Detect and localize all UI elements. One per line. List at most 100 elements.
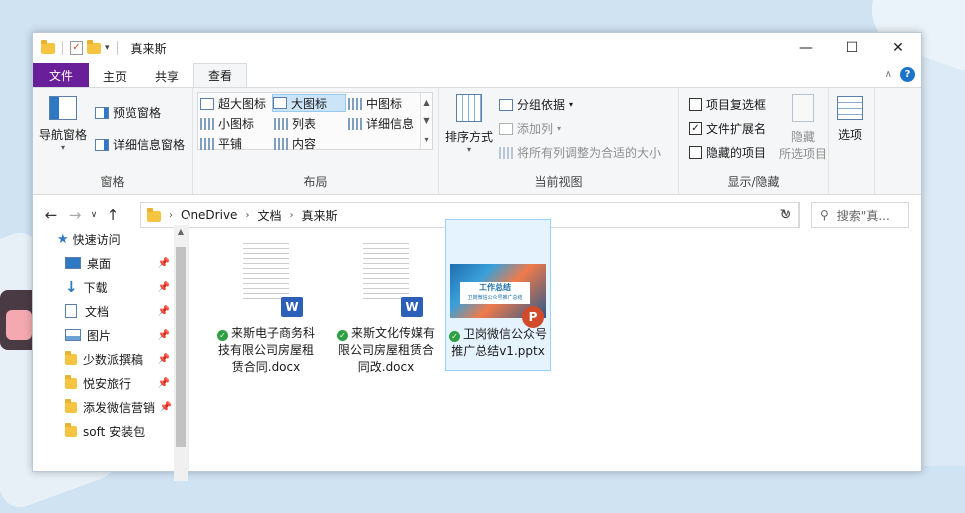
customize-toolbar-icon[interactable]: ▾ — [105, 43, 110, 53]
tab-share[interactable]: 共享 — [141, 65, 193, 87]
help-icon[interactable]: ? — [900, 67, 915, 82]
details-pane-button[interactable]: 详细信息窗格 — [95, 136, 185, 153]
layout-tiles[interactable]: 平铺 — [200, 135, 242, 152]
star-icon: ★ — [57, 231, 69, 247]
layout-content[interactable]: 内容 — [274, 135, 316, 152]
nav-item-label: 下载 — [83, 280, 108, 295]
nav-item-label: 少数派撰稿 — [83, 352, 144, 367]
ribbon: 导航窗格 ▾ 预览窗格 详细信息窗格 窗格 超大图标 大图标 中图标 小图标 列… — [33, 87, 921, 195]
hide-selected-button[interactable]: 隐藏 所选项目 — [779, 94, 827, 162]
layout-large-icons[interactable]: 大图标 — [272, 94, 346, 112]
nav-item-downloads[interactable]: ↓ 下载 📌 — [33, 275, 188, 299]
close-button[interactable]: ✕ — [875, 33, 921, 63]
preview-pane-button[interactable]: 预览窗格 — [95, 104, 161, 121]
file-item[interactable]: W ✓ 来斯电子商务科技有限公司房屋租赁合同.docx — [213, 233, 319, 376]
nav-item-folder[interactable]: soft 安装包 — [33, 419, 188, 443]
chevron-down-icon: ▾ — [467, 145, 472, 154]
file-name: 来斯电子商务科技有限公司房屋租赁合同.docx — [217, 326, 315, 374]
file-item[interactable]: 工作总结 卫岗微信公众号推广总结 P ✓ 卫岗微信公众号推广总结v1.pptx — [445, 219, 551, 371]
desktop-icon — [65, 257, 81, 269]
layout-small-icons[interactable]: 小图标 — [200, 115, 254, 132]
nav-scrollbar[interactable]: ▲ — [174, 225, 188, 481]
tab-view[interactable]: 查看 — [193, 63, 248, 87]
ribbon-tabs: 文件 主页 共享 查看 ∧ ? — [33, 63, 921, 87]
extra-large-icons-icon — [200, 97, 214, 110]
document-icon — [65, 304, 77, 318]
panes-group: 导航窗格 ▾ 预览窗格 详细信息窗格 窗格 — [33, 88, 193, 194]
group-by-button[interactable]: 分组依据 ▾ — [499, 96, 573, 113]
document-thumbnail: W — [237, 233, 303, 317]
pictures-icon — [65, 329, 81, 341]
nav-item-documents[interactable]: 文档 📌 — [33, 299, 188, 323]
title-bar: ✓ ▾ 真来斯 — ☐ ✕ — [33, 33, 921, 63]
minimize-button[interactable]: — — [783, 33, 829, 63]
nav-item-label: 快速访问 — [72, 232, 121, 247]
collapse-ribbon-icon[interactable]: ∧ — [885, 69, 892, 80]
nav-item-label: 文档 — [85, 304, 110, 319]
sort-by-button[interactable]: 排序方式 ▾ — [445, 94, 493, 154]
nav-item-label: 桌面 — [87, 256, 112, 271]
list-icon — [274, 117, 288, 130]
layout-details[interactable]: 详细信息 — [348, 115, 414, 132]
window-title: 真来斯 — [130, 41, 167, 56]
scrollbar-thumb[interactable] — [176, 247, 186, 447]
folder-icon — [65, 398, 77, 413]
options-group: 选项 — [829, 88, 875, 194]
file-extensions-toggle[interactable]: ✓ 文件扩展名 — [689, 120, 766, 137]
new-folder-icon[interactable] — [87, 39, 101, 54]
layout-label: 大图标 — [291, 96, 328, 111]
nav-item-folder[interactable]: 添发微信营销 📌 — [33, 395, 188, 419]
layout-label: 平铺 — [218, 137, 243, 151]
nav-item-label: 图片 — [87, 328, 112, 343]
navigation-pane-button[interactable]: 导航窗格 ▾ — [39, 96, 87, 152]
checkbox-unchecked-icon — [689, 98, 702, 111]
layout-list[interactable]: 列表 — [274, 115, 316, 132]
layout-gallery-scroll[interactable]: ▲ ▼ ▾ — [420, 93, 432, 149]
hide-selected-label: 所选项目 — [779, 147, 828, 161]
tab-file[interactable]: 文件 — [33, 63, 89, 87]
layout-gallery: 超大图标 大图标 中图标 小图标 列表 详细信息 平铺 内容 ▲ ▼ ▾ — [197, 92, 433, 152]
item-checkboxes-toggle[interactable]: 项目复选框 — [689, 96, 766, 113]
file-item[interactable]: W ✓ 来斯文化传媒有限公司房屋租赁合同改.docx — [333, 233, 439, 376]
thumbnail-subtitle: 卫岗微信公众号推广总结 — [467, 295, 523, 301]
pin-icon: 📌 — [157, 305, 170, 317]
options-icon — [837, 96, 863, 120]
details-pane-label: 详细信息窗格 — [113, 138, 186, 152]
nav-item-quick-access[interactable]: ★ 快速访问 — [33, 227, 188, 251]
group-label: 窗格 — [100, 175, 125, 189]
layout-medium-icons[interactable]: 中图标 — [348, 95, 402, 112]
options-button[interactable]: 选项 — [837, 96, 863, 143]
scroll-up-icon[interactable]: ▲ — [423, 98, 429, 107]
chevron-down-icon: ▾ — [569, 100, 574, 109]
item-checkboxes-label: 项目复选框 — [706, 98, 767, 112]
nav-item-folder[interactable]: 悦安旅行 📌 — [33, 371, 188, 395]
add-columns-button[interactable]: 添加列 ▾ — [499, 120, 561, 137]
layout-extra-large-icons[interactable]: 超大图标 — [200, 95, 266, 112]
file-list: W ✓ 来斯电子商务科技有限公司房屋租赁合同.docx W ✓ 来斯文化传媒有限公司… — [189, 215, 921, 471]
wallpaper-shape — [6, 310, 32, 340]
download-icon: ↓ — [65, 278, 78, 296]
properties-icon[interactable]: ✓ — [70, 41, 83, 55]
divider — [62, 41, 63, 55]
thumbnail-title: 工作总结 — [479, 283, 511, 292]
layout-group: 超大图标 大图标 中图标 小图标 列表 详细信息 平铺 内容 ▲ ▼ ▾ 布局 — [193, 88, 439, 194]
add-columns-icon — [499, 122, 513, 135]
file-name: 来斯文化传媒有限公司房屋租赁合同改.docx — [337, 326, 435, 374]
scroll-down-icon[interactable]: ▼ — [423, 116, 429, 125]
group-by-icon — [499, 98, 513, 111]
word-icon: W — [401, 297, 423, 317]
size-columns-button[interactable]: 将所有列调整为合适的大小 — [499, 144, 661, 161]
scroll-up-icon[interactable]: ▲ — [174, 227, 188, 236]
tab-home[interactable]: 主页 — [89, 65, 141, 87]
nav-item-desktop[interactable]: 桌面 📌 — [33, 251, 188, 275]
pin-icon: 📌 — [157, 353, 170, 365]
current-view-group: 排序方式 ▾ 分组依据 ▾ 添加列 ▾ 将所有列调整为合适的大小 当前视图 — [439, 88, 679, 194]
hidden-items-toggle[interactable]: 隐藏的项目 — [689, 144, 766, 161]
nav-item-pictures[interactable]: 图片 📌 — [33, 323, 188, 347]
chevron-down-icon: ▾ — [557, 124, 562, 133]
tiles-icon — [200, 137, 214, 150]
pin-icon: 📌 — [157, 281, 170, 293]
expand-gallery-icon[interactable]: ▾ — [424, 135, 428, 144]
nav-item-folder[interactable]: 少数派撰稿 📌 — [33, 347, 188, 371]
maximize-button[interactable]: ☐ — [829, 33, 875, 63]
